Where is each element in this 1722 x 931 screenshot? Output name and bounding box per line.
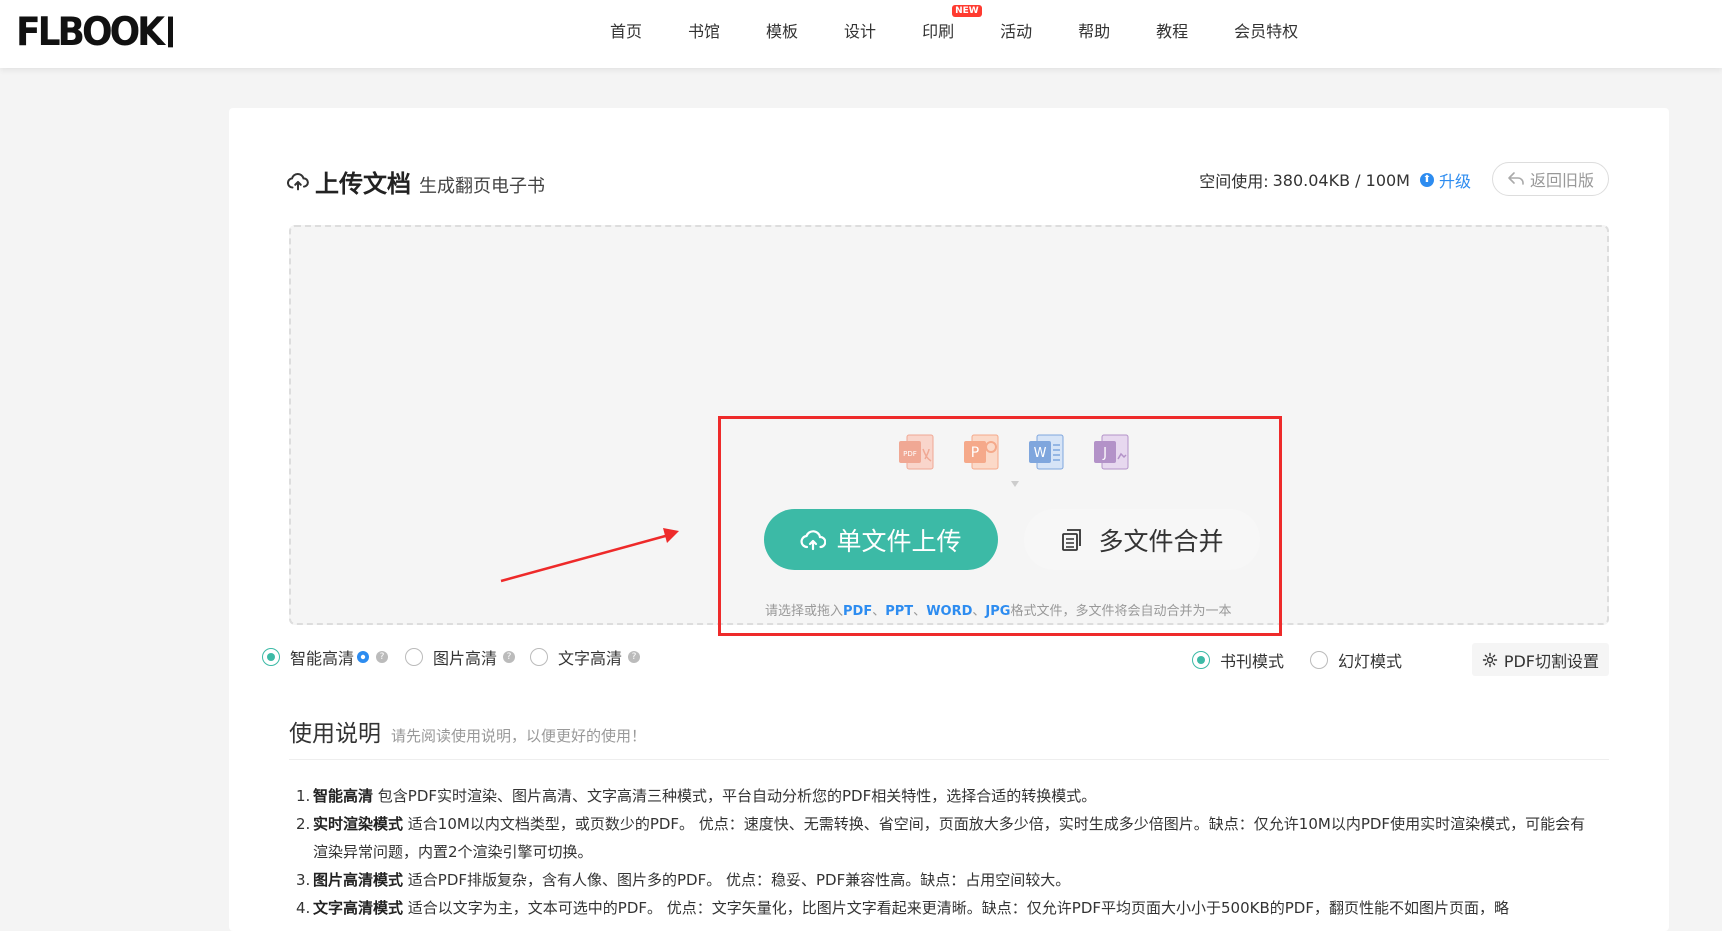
help-icon[interactable]: ? — [628, 651, 641, 663]
badge-icon — [357, 651, 370, 663]
gear-icon — [1482, 652, 1498, 667]
nav-item-library[interactable]: 书馆 — [688, 18, 720, 42]
nav-item-events[interactable]: 活动 — [1000, 18, 1032, 42]
usage-section-title: 使用说明 请先阅读使用说明，以便更好的使用！ — [289, 721, 647, 747]
help-icon[interactable]: ? — [503, 651, 516, 663]
upload-title-row: 上传文档 生成翻页电子书 — [287, 164, 545, 199]
file-drop-zone[interactable]: PDF P W J 单文件上传 多文件合并 请选择或拖入PDF、PPT、WORD… — [289, 225, 1609, 636]
radio-image-hd[interactable] — [405, 648, 423, 666]
radio-text-hd[interactable] — [530, 648, 548, 666]
radio-smart-hd[interactable] — [262, 648, 280, 666]
space-label: 空间使用: — [1199, 172, 1269, 191]
jpg-file-icon: J — [1094, 434, 1129, 470]
cloud-upload-icon — [287, 172, 309, 190]
file-type-icons: PDF P W J — [895, 431, 1155, 475]
radio-slide-mode[interactable] — [1310, 651, 1328, 669]
single-file-upload-button[interactable]: 单文件上传 — [764, 509, 998, 570]
svg-text:J: J — [1102, 446, 1107, 461]
svg-text:P: P — [971, 445, 979, 461]
divider — [289, 759, 1609, 760]
word-file-icon: W — [1029, 434, 1064, 470]
nav-item-help[interactable]: 帮助 — [1078, 18, 1110, 42]
space-usage: 空间使用: 380.04KB / 100M ⬆ 升级 — [1199, 168, 1471, 192]
multi-file-merge-button[interactable]: 多文件合并 — [1024, 509, 1260, 570]
mode-book-option[interactable]: 书刊模式 — [1192, 648, 1284, 672]
nav-item-tutorials[interactable]: 教程 — [1156, 18, 1188, 42]
space-value: 380.04KB / 100M — [1272, 170, 1410, 190]
pdf-file-icon: PDF — [899, 434, 934, 470]
nav-item-home[interactable]: 首页 — [610, 18, 642, 42]
upgrade-arrow-icon: ⬆ — [1419, 173, 1434, 187]
help-icon[interactable]: ? — [376, 651, 389, 663]
nav-item-design[interactable]: 设计 — [844, 18, 876, 42]
quality-image-option[interactable]: 图片高清 ? — [405, 645, 516, 669]
pdf-cut-settings-button[interactable]: PDF切割设置 — [1471, 643, 1609, 676]
main-nav: 首页 书馆 模板 设计 印刷 NEW 活动 帮助 教程 会员特权 — [580, 0, 1321, 60]
page-title: 上传文档 — [315, 170, 411, 198]
quality-text-option[interactable]: 文字高清 ? — [530, 645, 641, 669]
page-subtitle: 生成翻页电子书 — [419, 176, 545, 197]
nav-item-membership[interactable]: 会员特权 — [1234, 18, 1298, 42]
svg-text:W: W — [1034, 446, 1047, 461]
top-header: FLBOOK 首页 书馆 模板 设计 印刷 NEW 活动 帮助 教程 会员特权 — [0, 0, 1722, 68]
chevron-down-icon — [1011, 481, 1019, 487]
upload-hint: 请选择或拖入PDF、PPT、WORD、JPG格式文件，多文件将会自动合并为一本 — [765, 604, 1232, 619]
upload-card: 上传文档 生成翻页电子书 空间使用: 380.04KB / 100M ⬆ 升级 返… — [229, 108, 1669, 931]
flbook-logo[interactable]: FLBOOK — [16, 10, 174, 55]
radio-book-mode[interactable] — [1192, 651, 1210, 669]
nav-item-print[interactable]: 印刷 NEW — [922, 5, 982, 42]
back-old-version-button[interactable]: 返回旧版 — [1491, 162, 1609, 196]
usage-subtitle: 请先阅读使用说明，以便更好的使用！ — [391, 727, 647, 745]
mode-slide-option[interactable]: 幻灯模式 — [1310, 648, 1402, 672]
quality-smart-option[interactable]: 智能高清 ? — [262, 645, 389, 669]
new-badge: NEW — [952, 5, 982, 17]
undo-icon — [1508, 172, 1524, 185]
nav-item-templates[interactable]: 模板 — [766, 18, 798, 42]
svg-text:PDF: PDF — [903, 450, 917, 458]
list-item: 2. 实时渲染模式 适合10M以内文档类型，或页数少的PDF。 优点：速度快、无需… — [296, 815, 1586, 861]
list-item: 3. 图片高清模式 适合PDF排版复杂，含有人像、图片多的PDF。 优点：稳妥、P… — [296, 871, 1071, 889]
upgrade-link[interactable]: ⬆ 升级 — [1419, 168, 1471, 192]
copy-files-icon — [1062, 528, 1082, 551]
cloud-upload-icon — [800, 529, 827, 550]
list-item: 4. 文字高清模式 适合以文字为主，文本可选中的PDF。 优点：文字矢量化，比图片… — [296, 899, 1509, 917]
ppt-file-icon: P — [964, 434, 999, 470]
annotation-arrow — [500, 528, 679, 583]
usage-list: 1. 智能高清 包含PDF实时渲染、图片高清、文字高清三种模式，平台自动分析您的P… — [296, 782, 1596, 922]
list-item: 1. 智能高清 包含PDF实时渲染、图片高清、文字高清三种模式，平台自动分析您的P… — [296, 787, 1097, 805]
